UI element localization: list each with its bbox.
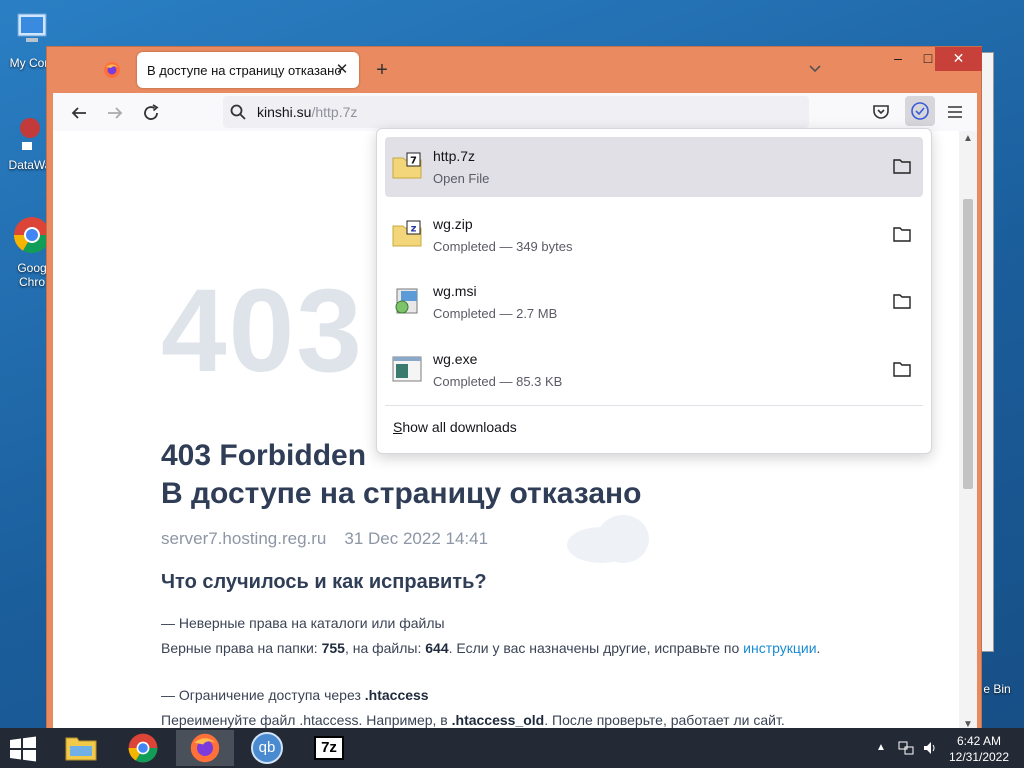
item1-text-b: , на файлы: <box>344 640 426 656</box>
item2-text: Переименуйте файл .htaccess. Например, в… <box>161 712 785 728</box>
download-status: Open File <box>433 171 490 186</box>
folder-icon[interactable] <box>893 226 911 242</box>
url-bar[interactable]: kinshi.su/http.7z <box>223 96 809 128</box>
tray-overflow-icon[interactable]: ▲ <box>876 742 886 753</box>
folder-icon[interactable] <box>893 293 911 309</box>
computer-icon <box>17 13 47 42</box>
heading-line-2: В доступе на страницу отказано <box>161 477 642 510</box>
server-info: server7.hosting.reg.ru 31 Dec 2022 14:41 <box>161 529 488 549</box>
panel-separator <box>385 405 923 406</box>
download-item-http-7z[interactable]: 7 http.7z Open File <box>385 137 923 197</box>
downloads-panel: 7 http.7z Open File z wg.zip Completed —… <box>376 128 932 454</box>
taskbar-file-explorer[interactable] <box>52 730 110 766</box>
tab-403-page[interactable]: В доступе на страницу отказано ✕ <box>137 52 359 88</box>
download-item-wg-zip[interactable]: z wg.zip Completed — 349 bytes <box>385 205 923 265</box>
download-status: Completed — 2.7 MB <box>433 306 558 321</box>
navigation-toolbar: kinshi.su/http.7z <box>53 93 977 131</box>
title-bar: В доступе на страницу отказано ✕ + – □ ✕ <box>47 47 982 93</box>
taskbar-clock[interactable]: 6:42 AM 12/31/2022 <box>944 733 1014 765</box>
scroll-up-icon[interactable]: ▲ <box>962 133 974 145</box>
download-status: Completed — 349 bytes <box>433 239 573 254</box>
download-item-wg-msi[interactable]: wg.msi Completed — 2.7 MB <box>385 272 923 332</box>
qbittorrent-icon: qb <box>251 732 283 764</box>
background-window-edge <box>980 52 994 652</box>
item2-text-a: Переименуйте файл .htaccess. Например, в <box>161 712 452 728</box>
reload-icon[interactable] <box>139 101 163 125</box>
download-item-wg-exe[interactable]: wg.exe Completed — 85.3 KB <box>385 340 923 400</box>
url-host: kinshi.su <box>257 104 312 120</box>
item1-text: Верные права на папки: 755, на файлы: 64… <box>161 640 820 656</box>
downloads-button[interactable] <box>905 96 935 126</box>
folder-icon <box>65 737 97 761</box>
chevron-down-icon[interactable] <box>807 61 823 77</box>
exe-file-icon <box>392 356 422 382</box>
firefox-icon <box>104 62 120 78</box>
clock-time: 6:42 AM <box>956 734 1002 748</box>
scrollbar-thumb[interactable] <box>963 199 973 489</box>
item1-text-d: . <box>816 640 821 656</box>
item2-title: — Ограничение доступа через .htaccess <box>161 687 429 703</box>
download-name: wg.msi <box>433 283 477 299</box>
url-path: /http.7z <box>311 104 358 120</box>
svg-text:z: z <box>411 224 417 235</box>
instructions-link[interactable]: инструкции <box>743 640 816 656</box>
7zip-icon: 7z <box>314 736 344 760</box>
taskbar-qbittorrent[interactable]: qb <box>238 730 296 766</box>
clock-date: 12/31/2022 <box>948 750 1010 764</box>
item1-text-a: Верные права на папки: <box>161 640 322 656</box>
new-tab-button[interactable]: + <box>371 59 393 81</box>
msi-installer-icon <box>395 288 418 314</box>
htaccess-old-label: .htaccess_old <box>451 712 545 728</box>
minimize-button[interactable]: – <box>883 47 913 71</box>
dir-permissions: 755 <box>321 640 345 656</box>
error-date: 31 Dec 2022 14:41 <box>344 529 489 548</box>
download-name: wg.zip <box>433 216 473 232</box>
tab-title: В доступе на страницу отказано <box>147 62 342 78</box>
volume-icon[interactable] <box>922 740 938 756</box>
pocket-icon[interactable] <box>871 102 891 122</box>
network-icon[interactable] <box>898 740 914 756</box>
download-complete-icon <box>911 102 929 120</box>
zip-archive-icon: z <box>392 220 422 247</box>
svg-text:7: 7 <box>410 156 417 167</box>
windows-start-icon[interactable] <box>8 736 38 762</box>
7z-archive-icon: 7 <box>392 152 422 179</box>
folder-icon[interactable] <box>893 158 911 174</box>
show-all-accesskey: S <box>393 419 403 435</box>
tab-close-icon[interactable]: ✕ <box>333 61 351 79</box>
datawa-icon <box>20 118 40 150</box>
cloud-icon <box>567 515 649 563</box>
taskbar-7zip[interactable]: 7z <box>300 730 358 766</box>
item2-text-b: . После проверьте, работает ли сайт. <box>544 712 785 728</box>
folder-icon[interactable] <box>893 361 911 377</box>
server-name: server7.hosting.reg.ru <box>161 529 327 548</box>
section-title: Что случилось и как исправить? <box>161 571 487 593</box>
taskbar-chrome[interactable] <box>114 730 172 766</box>
file-permissions: 644 <box>425 640 449 656</box>
htaccess-label: .htaccess <box>364 687 429 703</box>
forward-arrow-icon[interactable] <box>103 101 127 125</box>
download-name: wg.exe <box>433 351 478 367</box>
url-text: kinshi.su/http.7z <box>257 104 357 120</box>
show-all-downloads-button[interactable]: Show all downloads <box>393 419 517 435</box>
taskbar: qb 7z ▲ 6:42 AM 12/31/2022 <box>0 728 1024 768</box>
firefox-icon <box>190 733 220 763</box>
search-icon <box>230 104 246 120</box>
item1-text-c: . Если у вас назначены другие, исправьте… <box>448 640 744 656</box>
hamburger-menu-icon[interactable] <box>945 102 965 122</box>
item1-title: — Неверные права на каталоги или файлы <box>161 615 445 631</box>
item2-title-a: — Ограничение доступа через <box>161 687 365 703</box>
chrome-icon <box>128 733 158 763</box>
error-code-watermark: 403 <box>161 265 364 397</box>
show-all-label: how all downloads <box>402 419 517 435</box>
download-name: http.7z <box>433 148 476 164</box>
page-scrollbar[interactable]: ▲ ▼ <box>959 131 977 733</box>
download-status: Completed — 85.3 KB <box>433 374 563 389</box>
close-window-button[interactable]: ✕ <box>935 47 982 71</box>
taskbar-firefox[interactable] <box>176 730 234 766</box>
back-arrow-icon[interactable] <box>67 101 91 125</box>
